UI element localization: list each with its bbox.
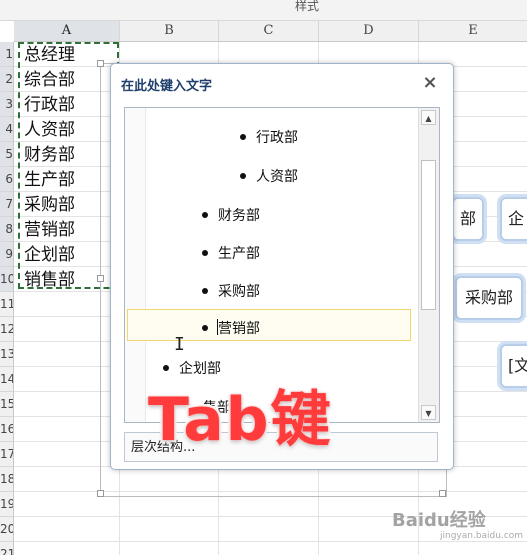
scroll-up-icon[interactable]: ▲ (421, 110, 436, 125)
list-item[interactable]: 人资部 (240, 166, 298, 186)
row-header[interactable]: 13 (0, 342, 14, 367)
scroll-thumb[interactable] (421, 160, 436, 310)
row-header[interactable]: 19 (0, 492, 14, 517)
list-item-label: 采购部 (218, 284, 260, 300)
column-header-e[interactable]: E (419, 21, 527, 42)
resize-handle[interactable] (97, 60, 104, 67)
list-item[interactable]: 企划部 (163, 358, 221, 378)
row-header[interactable]: 7 (0, 192, 14, 217)
list-item-label: 企划部 (179, 361, 221, 377)
list-item[interactable]: 采购部 (202, 281, 260, 301)
column-header-b[interactable]: B (120, 21, 219, 42)
resize-handle[interactable] (97, 490, 104, 497)
text-caret (217, 319, 218, 335)
list-item-label: 营销部 (218, 321, 260, 337)
bullet-icon (202, 325, 208, 331)
close-icon[interactable]: × (421, 74, 439, 92)
ribbon-group-styles-label: 样式 (295, 0, 320, 13)
resize-handle[interactable] (97, 275, 104, 282)
list-item-label: 生产部 (218, 246, 260, 262)
row-header[interactable]: 2 (0, 67, 14, 92)
bullet-icon (202, 212, 208, 218)
scroll-down-icon[interactable]: ▼ (421, 405, 436, 420)
list-item-label: 财务部 (218, 208, 260, 224)
copy-marquee (18, 42, 119, 289)
text-pane-title: 在此处键入文字 (121, 79, 213, 94)
gridline (14, 491, 527, 492)
row-header[interactable]: 14 (0, 367, 14, 392)
column-header-c[interactable]: C (219, 21, 319, 42)
smartart-node[interactable]: 部 (452, 197, 485, 241)
row-header[interactable]: 15 (0, 392, 14, 417)
resize-handle[interactable] (439, 490, 446, 497)
bullet-icon (202, 250, 208, 256)
ibeam-cursor-icon: I (174, 334, 185, 355)
row-header[interactable]: 11 (0, 292, 14, 317)
smartart-node[interactable]: [文 (500, 344, 527, 388)
row-header[interactable]: 4 (0, 117, 14, 142)
pane-gutter (125, 108, 146, 422)
list-item-label: 人资部 (256, 169, 298, 185)
bullet-icon (240, 134, 246, 140)
row-header[interactable]: 20 (0, 517, 14, 542)
smartart-node[interactable]: 采购部 (455, 276, 524, 320)
spreadsheet-area: 样式 A B C D E 1 2 3 4 5 6 7 8 9 10 11 12 … (0, 0, 527, 555)
watermark: Baidu经验 (392, 510, 486, 531)
bullet-icon (202, 288, 208, 294)
row-header[interactable]: 8 (0, 217, 14, 242)
column-header-a[interactable]: A (14, 21, 120, 42)
row-header[interactable]: 17 (0, 442, 14, 467)
watermark-sub: jingyan.baidu.com (440, 531, 524, 541)
text-pane-list[interactable]: 行政部 人资部 财务部 生产部 采购部 营销部 I 企划部 售部 ▲ ▼ (124, 107, 440, 423)
list-item[interactable]: 财务部 (202, 205, 260, 225)
list-item[interactable]: 行政部 (240, 127, 298, 147)
bullet-icon (163, 365, 169, 371)
row-header[interactable]: 3 (0, 92, 14, 117)
row-header[interactable]: 5 (0, 142, 14, 167)
ribbon-strip: 样式 (0, 0, 527, 21)
smartart-node[interactable]: 企 (500, 197, 527, 241)
row-header[interactable]: 18 (0, 467, 14, 492)
selected-row-highlight (127, 309, 411, 341)
list-item[interactable]: 生产部 (202, 243, 260, 263)
row-header[interactable]: 21 (0, 542, 14, 555)
overlay-caption: Tab键 (146, 383, 334, 458)
row-header[interactable]: 16 (0, 417, 14, 442)
column-header-d[interactable]: D (319, 21, 419, 42)
list-item-active[interactable]: 营销部 (202, 318, 260, 338)
bullet-icon (240, 173, 246, 179)
row-header[interactable]: 9 (0, 242, 14, 267)
gridline (14, 541, 527, 542)
list-item-label: 行政部 (256, 130, 298, 146)
row-header[interactable]: 12 (0, 317, 14, 342)
vertical-scrollbar[interactable]: ▲ ▼ (418, 108, 439, 422)
row-header[interactable]: 1 (0, 42, 14, 67)
row-header[interactable]: 10 (0, 267, 14, 292)
row-header[interactable]: 6 (0, 167, 14, 192)
